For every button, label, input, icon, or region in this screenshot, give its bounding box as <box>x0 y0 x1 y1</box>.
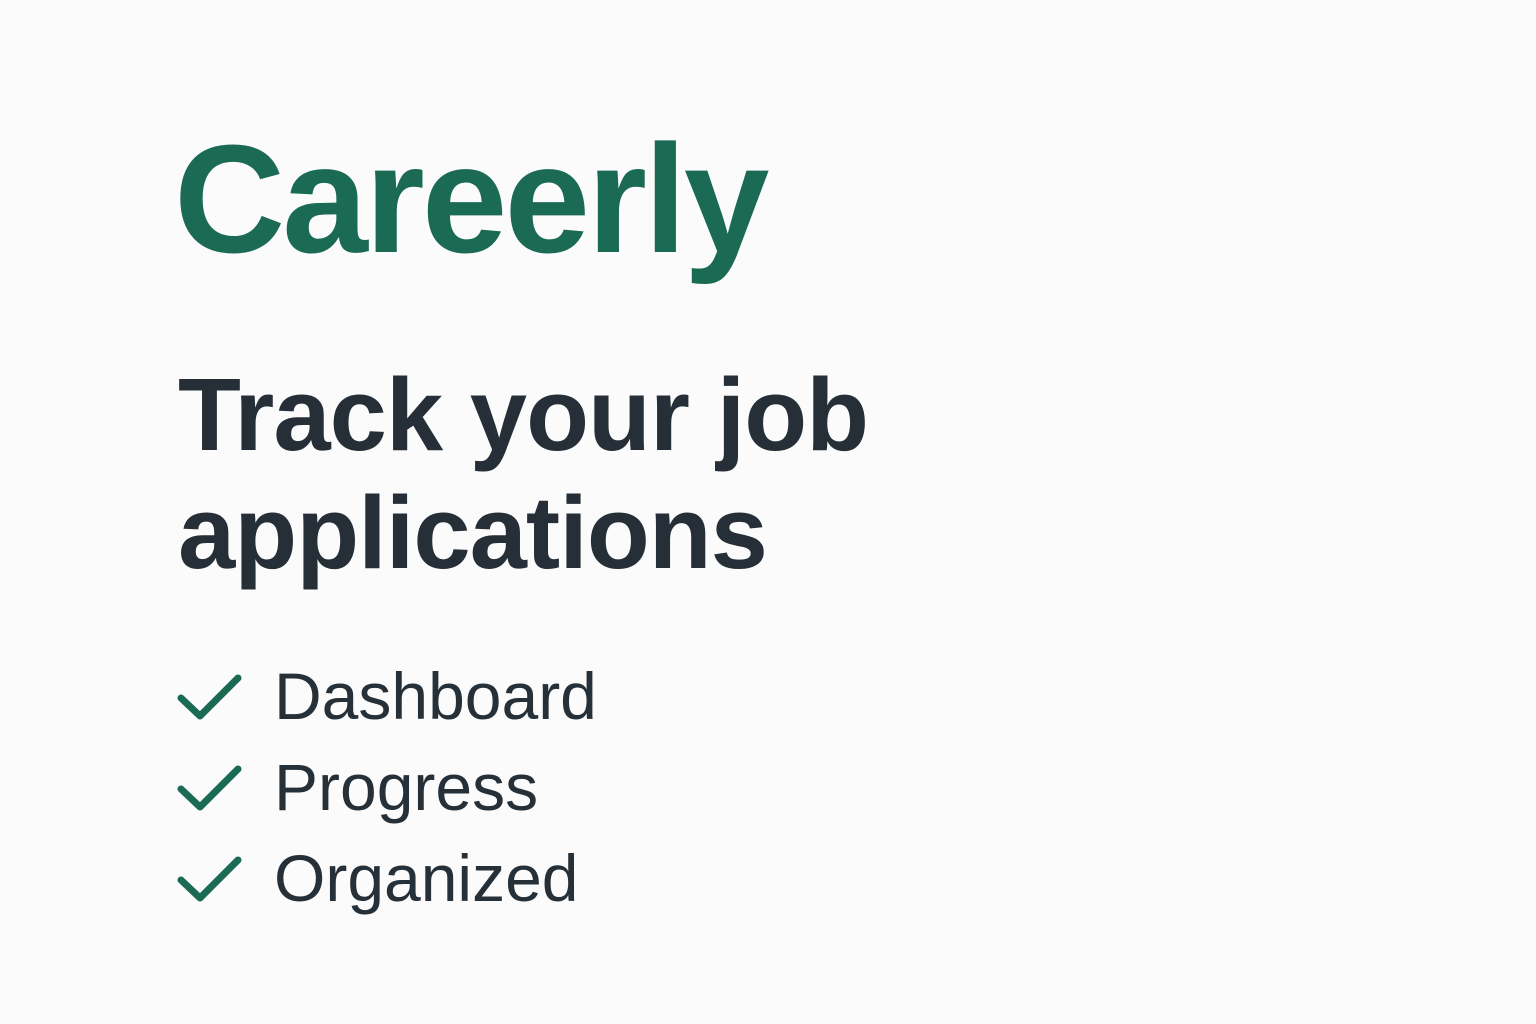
feature-item-progress: Progress <box>176 741 597 832</box>
feature-item-dashboard: Dashboard <box>176 650 597 741</box>
feature-label: Dashboard <box>274 658 597 733</box>
feature-label: Organized <box>274 840 579 915</box>
hero-headline: Track your job applications <box>178 357 869 590</box>
promo-page: Careerly Track your job applications Das… <box>0 0 1536 1024</box>
checkmark-icon <box>176 851 244 905</box>
feature-label: Progress <box>274 749 539 824</box>
checkmark-icon <box>176 760 244 814</box>
brand-logo: Careerly <box>174 113 769 285</box>
feature-list: Dashboard Progress Organized <box>176 650 597 923</box>
feature-item-organized: Organized <box>176 832 597 923</box>
checkmark-icon <box>176 669 244 723</box>
